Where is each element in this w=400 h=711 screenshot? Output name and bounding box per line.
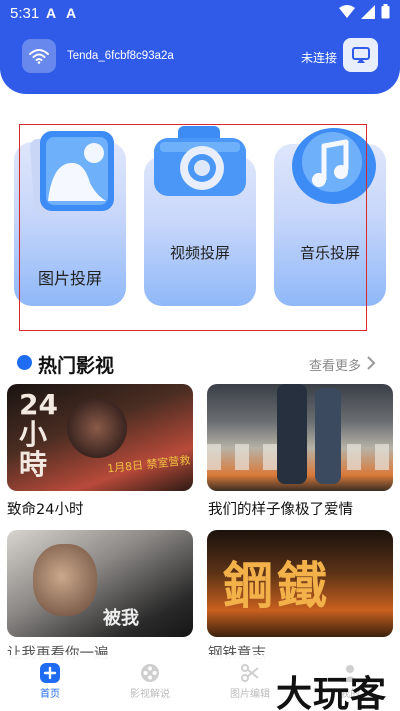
cell-signal-icon	[361, 4, 375, 19]
header-bar: 5:31 A A Tenda_6fcbf8c93a2a 未连接	[0, 0, 400, 94]
screen-cast-icon	[351, 47, 370, 63]
connection-status: 未连接	[301, 51, 338, 65]
chevron-right-icon[interactable]	[366, 356, 376, 370]
scissors-icon	[241, 664, 259, 682]
nav-film-commentary-label: 影视解说	[130, 689, 170, 700]
poster-face	[33, 544, 97, 616]
notification-icon: A	[66, 5, 77, 21]
movie-poster[interactable]: 鋼鐵	[207, 530, 393, 637]
watermark: 大玩客	[276, 674, 388, 711]
section-dot	[17, 355, 32, 370]
status-time: 5:31	[10, 5, 40, 22]
wifi-name: Tenda_6fcbf8c93a2a	[67, 50, 174, 62]
screen-cast-button[interactable]	[343, 38, 378, 72]
movie-poster[interactable]	[207, 384, 393, 491]
wifi-icon	[22, 39, 56, 73]
film-reel-icon	[141, 664, 159, 682]
home-plus-icon	[40, 663, 60, 683]
nav-image-edit[interactable]: 图片编辑	[215, 663, 285, 700]
nav-home[interactable]: 首页	[15, 663, 85, 700]
movie-title[interactable]: 我们的样子像极了爱情	[208, 498, 353, 519]
highlight-frame	[19, 124, 367, 331]
hot-section-title: 热门影视	[38, 355, 115, 377]
signal-wifi-icon	[339, 4, 355, 18]
nav-home-label: 首页	[40, 689, 60, 700]
movie-poster[interactable]: 被我	[7, 530, 193, 637]
see-more-link[interactable]: 查看更多	[309, 355, 361, 374]
battery-icon	[381, 4, 390, 19]
poster-subtext: 1月8日 禁室营救	[106, 453, 192, 476]
poster-text: 24小時	[19, 388, 58, 481]
poster-figure	[315, 388, 341, 484]
nav-image-edit-label: 图片编辑	[230, 689, 270, 700]
movie-poster[interactable]: 24小時 1月8日 禁室营救	[7, 384, 193, 491]
poster-figure	[277, 384, 307, 484]
nav-film-commentary[interactable]: 影视解说	[115, 663, 185, 700]
notification-icon: A	[46, 5, 57, 21]
poster-text: 鋼鐵	[223, 557, 331, 615]
status-icons	[339, 4, 390, 19]
movie-title[interactable]: 致命24小时	[7, 498, 83, 519]
status-bar: 5:31 A A	[0, 0, 400, 28]
poster-figure	[67, 398, 127, 458]
poster-text: 被我	[103, 608, 139, 629]
